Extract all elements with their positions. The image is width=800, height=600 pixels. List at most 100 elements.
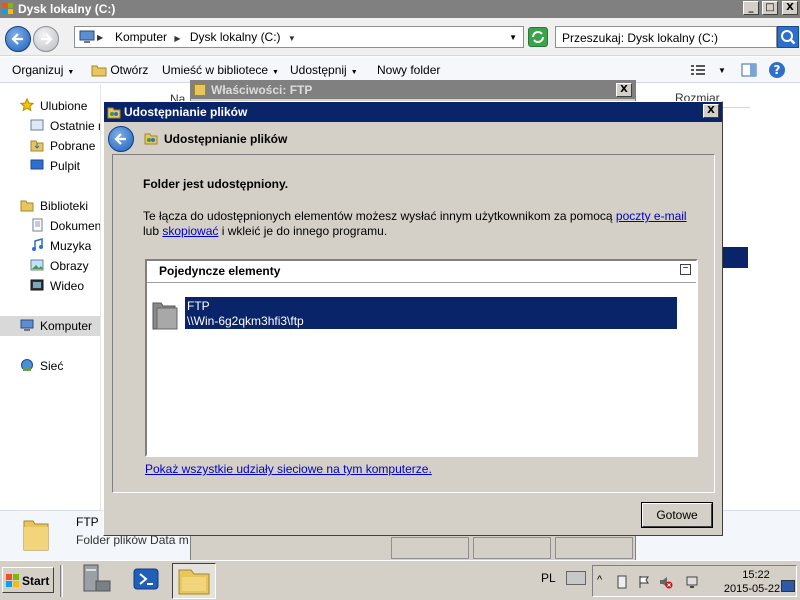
sharing-icon — [107, 107, 121, 119]
refresh-button[interactable] — [528, 27, 548, 47]
organize-menu[interactable]: Organizuj ▼ — [12, 63, 74, 77]
selected-row-fragment[interactable] — [722, 247, 748, 268]
chevron-right-icon: ▶ — [174, 34, 181, 43]
collapse-button[interactable]: − — [680, 264, 691, 275]
share-header-title: Udostępnianie plików — [164, 132, 288, 146]
sharing-icon — [144, 133, 158, 145]
properties-close-button[interactable]: X — [616, 83, 632, 97]
properties-apply-button[interactable] — [555, 537, 633, 559]
view-options-icon[interactable] — [690, 63, 706, 77]
nav-label: Ulubione — [40, 99, 88, 113]
include-in-library-menu[interactable]: Umieść w bibliotece ▼ — [162, 63, 279, 77]
nav-label: Sieć — [40, 359, 64, 373]
done-button[interactable]: Gotowe — [641, 502, 713, 528]
share-with-menu[interactable]: Udostępnij ▼ — [290, 63, 358, 77]
start-label: Start — [22, 574, 50, 588]
recent-places-icon — [30, 119, 44, 131]
search-input[interactable]: Przeszukaj: Dysk lokalny (C:) — [555, 26, 777, 48]
list-item[interactable]: FTP \\Win-6g2qkm3hfi3\ftp — [147, 297, 696, 333]
explorer-titlebar: Dysk lokalny (C:) _ □ X — [0, 0, 800, 18]
language-indicator[interactable]: PL — [541, 571, 556, 585]
volume-muted-icon[interactable] — [659, 575, 673, 589]
navigation-pane: Ulubione Ostatnie m Pobrane Pulpit Bibli… — [0, 84, 111, 510]
clock-time[interactable]: 15:22 — [733, 569, 779, 581]
chevron-down-icon: ▼ — [272, 69, 279, 76]
selected-item[interactable]: FTP \\Win-6g2qkm3hfi3\ftp — [185, 297, 677, 329]
flag-icon[interactable] — [637, 575, 651, 589]
refresh-icon — [532, 31, 544, 43]
breadcrumb-local-disk[interactable]: Dysk lokalny (C:) — [190, 30, 281, 44]
share-dialog-titlebar: Udostępnianie plików X — [104, 102, 722, 122]
show-all-shares-link[interactable]: Pokaż wszystkie udziały sieciowe na tym … — [145, 462, 432, 476]
breadcrumb-computer[interactable]: Komputer — [115, 30, 167, 44]
properties-ok-button[interactable] — [391, 537, 469, 559]
nav-label: Pobrane — [50, 139, 96, 153]
email-link[interactable]: poczty e-mail — [616, 209, 687, 223]
windows-logo-icon — [6, 574, 19, 587]
keyboard-icon[interactable] — [566, 571, 586, 585]
nav-computer[interactable]: Komputer — [0, 316, 100, 336]
address-bar[interactable]: ▶ Komputer ▶ Dysk lokalny (C:) ▼ ▼ — [74, 26, 524, 48]
arrow-left-icon — [114, 133, 126, 145]
taskbar-explorer[interactable] — [172, 563, 216, 599]
libraries-icon — [20, 200, 34, 212]
open-button[interactable]: Otwórz — [91, 63, 148, 77]
share-status-heading: Folder jest udostępniony. — [143, 177, 289, 191]
share-label: Udostępnij — [290, 63, 347, 77]
address-row: ▶ Komputer ▶ Dysk lokalny (C:) ▼ ▼ Przes… — [0, 18, 800, 56]
computer-icon — [20, 319, 34, 331]
back-button[interactable] — [5, 26, 31, 52]
properties-titlebar: Właściwości: FTP X — [191, 81, 635, 99]
file-sharing-dialog: Udostępnianie plików X Udostępnianie pli… — [103, 101, 723, 536]
minimize-button[interactable]: _ — [743, 1, 759, 15]
nav-label: Muzyka — [50, 239, 92, 253]
taskbar-separator — [60, 565, 63, 597]
chevron-down-icon[interactable]: ▼ — [288, 34, 296, 43]
divider — [147, 282, 696, 283]
address-dropdown-icon[interactable]: ▼ — [509, 33, 517, 42]
share-description: Te łącza do udostępnionych elementów moż… — [143, 209, 703, 239]
show-hidden-icons-icon[interactable]: ^ — [597, 574, 602, 586]
maximize-button[interactable]: □ — [762, 1, 778, 15]
preview-pane-icon[interactable] — [741, 62, 757, 78]
chevron-down-icon: ▼ — [67, 69, 75, 76]
share-dialog-title: Udostępnianie plików — [124, 105, 248, 119]
desc-text: i wkleić je do innego programu. — [218, 224, 388, 238]
new-folder-button[interactable]: Nowy folder — [377, 63, 440, 77]
computer-icon — [79, 30, 95, 43]
search-icon — [781, 30, 796, 45]
start-button[interactable]: Start — [2, 567, 54, 593]
action-center-icon[interactable] — [615, 575, 629, 589]
network-icon — [21, 359, 33, 371]
desc-text: lub — [143, 224, 163, 238]
back-button[interactable] — [108, 126, 134, 152]
shared-items-list[interactable]: Pojedyncze elementy − FTP \\Win-6g2qkm3h… — [145, 259, 698, 457]
downloads-folder-icon — [30, 140, 44, 152]
close-button[interactable]: X — [782, 1, 798, 15]
properties-title: Właściwości: FTP — [211, 83, 313, 97]
details-item-name: FTP — [76, 515, 99, 529]
share-dialog-close-button[interactable]: X — [703, 104, 719, 118]
taskbar: Start PL ^ 15:22 2015-05-22 — [0, 560, 800, 600]
server-manager-icon — [83, 564, 111, 592]
search-button[interactable] — [777, 26, 799, 48]
pictures-icon — [30, 259, 44, 271]
network-status-icon[interactable] — [685, 575, 699, 589]
share-dialog-header: Udostępnianie plików — [104, 122, 722, 154]
chevron-down-icon[interactable]: ▼ — [718, 66, 726, 75]
properties-cancel-button[interactable] — [473, 537, 551, 559]
clock-date[interactable]: 2015-05-22 — [717, 583, 787, 595]
copy-link[interactable]: skopiować — [162, 224, 218, 238]
show-desktop-button[interactable] — [781, 580, 795, 592]
forward-button[interactable] — [33, 26, 59, 52]
taskbar-powershell[interactable] — [126, 563, 170, 599]
nav-label: Obrazy — [50, 259, 89, 273]
powershell-icon — [133, 568, 159, 590]
taskbar-server-manager[interactable] — [76, 563, 120, 599]
list-group-header: Pojedyncze elementy — [159, 264, 281, 278]
network-folder-icon — [152, 302, 178, 330]
help-icon[interactable]: ? — [768, 61, 786, 79]
music-note-icon — [32, 238, 43, 251]
share-content-panel: Folder jest udostępniony. Te łącza do ud… — [112, 154, 715, 493]
explorer-folder-icon — [178, 569, 210, 595]
